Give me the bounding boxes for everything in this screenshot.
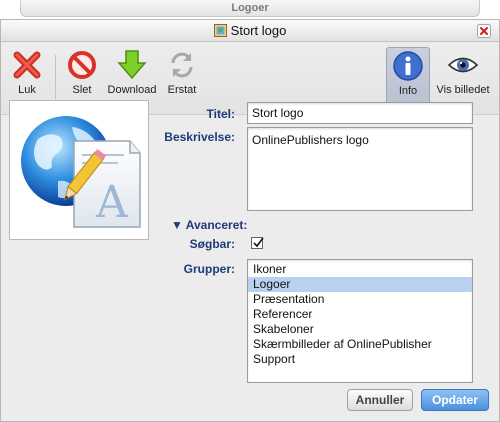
title-label: Titel:: [206, 107, 235, 121]
download-label: Download: [107, 84, 157, 96]
checkmark-icon: [253, 237, 264, 248]
advanced-toggle[interactable]: ▼ Avanceret:: [171, 218, 247, 232]
close-label: Luk: [18, 84, 36, 96]
description-label: Beskrivelse:: [164, 130, 235, 144]
delete-label: Slet: [72, 84, 92, 96]
list-item[interactable]: Præsentation: [248, 292, 472, 307]
info-label: Info: [398, 85, 418, 97]
description-field[interactable]: OnlinePublishers logo: [247, 127, 473, 211]
searchable-label: Søgbar:: [189, 237, 235, 251]
cancel-button[interactable]: Annuller: [347, 389, 413, 411]
advanced-label: Avanceret:: [185, 218, 248, 232]
close-icon[interactable]: [477, 24, 491, 38]
list-item[interactable]: Support: [248, 352, 472, 367]
title-field[interactable]: Stort logo: [247, 102, 473, 124]
toolbar-divider: [55, 55, 56, 99]
info-icon: [393, 51, 423, 81]
groups-list[interactable]: Ikoner Logoer Præsentation Referencer Sk…: [247, 259, 473, 383]
view-image-label: Vis billedet: [436, 84, 490, 96]
list-item[interactable]: Skærmbilleder af OnlinePublisher: [248, 337, 472, 352]
background-window-title: Logoer: [20, 0, 480, 17]
list-item[interactable]: Ikoner: [248, 262, 472, 277]
list-item[interactable]: Skabeloner: [248, 322, 472, 337]
disclosure-triangle-icon: ▼: [171, 218, 183, 232]
eye-icon: [447, 57, 479, 73]
list-item[interactable]: Referencer: [248, 307, 472, 322]
image-preview: A: [9, 100, 149, 240]
view-image-button[interactable]: Vis billedet: [433, 47, 493, 109]
groups-label: Grupper:: [183, 262, 235, 276]
searchable-checkbox[interactable]: [251, 237, 264, 249]
list-item[interactable]: Logoer: [248, 277, 472, 292]
green-down-arrow-icon: [117, 50, 147, 80]
info-button[interactable]: Info: [386, 47, 430, 109]
svg-text:A: A: [95, 177, 129, 228]
window-title: Stort logo: [230, 23, 287, 38]
info-dialog: Stort logo Luk Slet Download Erstat Info…: [0, 19, 500, 422]
picture-icon: [213, 24, 227, 37]
replace-button[interactable]: Erstat: [163, 47, 201, 109]
title-bar: Stort logo: [1, 20, 499, 42]
refresh-icon: [171, 52, 193, 78]
forbidden-icon: [68, 51, 96, 79]
update-button[interactable]: Opdater: [421, 389, 489, 411]
red-x-icon: [13, 51, 41, 79]
replace-label: Erstat: [167, 84, 197, 96]
globe-document-icon: A: [21, 116, 141, 228]
